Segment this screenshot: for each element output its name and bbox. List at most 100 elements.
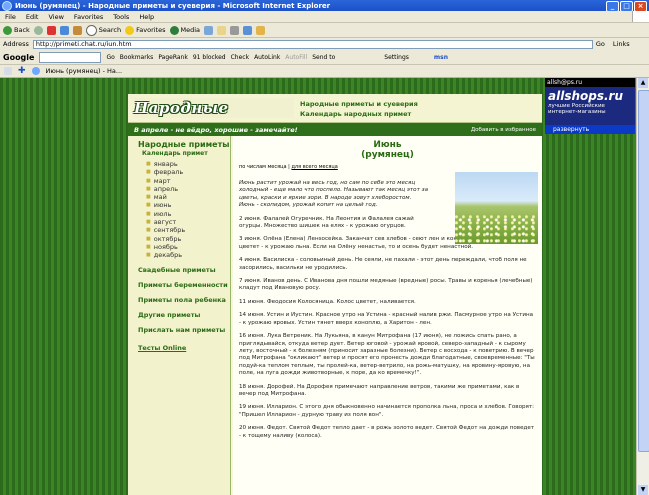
main-content: Июнь (румянец) по числам месяца | для вс…: [233, 136, 542, 495]
tab-list-icon[interactable]: [4, 67, 12, 75]
sidebar-link-tests[interactable]: Тесты Online: [138, 344, 230, 352]
month-link[interactable]: сентябрь: [146, 226, 230, 234]
entry-paragraph: 11 июня. Феодосия Колосяница. Колос цвет…: [239, 298, 416, 305]
ad-header: allsh@ps.ru: [545, 78, 635, 87]
folder-icon[interactable]: [256, 25, 266, 35]
scroll-up-icon[interactable]: ▲: [638, 78, 648, 88]
sort-whole-month-link[interactable]: для всего месяца: [291, 164, 337, 170]
address-url: http://primeti.chat.ru/iun.htm: [35, 40, 132, 48]
forward-button[interactable]: [33, 25, 43, 35]
month-list: январь февраль март апрель май июнь июль…: [146, 160, 230, 260]
ad-expand-button[interactable]: развернуть: [545, 125, 635, 134]
header-link-superstitions[interactable]: Народные приметы и суеверия: [300, 99, 418, 109]
back-arrow-icon: [3, 25, 12, 35]
google-search-input[interactable]: [39, 51, 102, 63]
home-icon[interactable]: [72, 25, 82, 35]
window-title: Июнь (румянец) - Народные приметы и суев…: [15, 1, 331, 10]
settings-button[interactable]: Settings: [384, 54, 409, 61]
search-button[interactable]: Search: [85, 24, 121, 36]
media-label: Media: [180, 26, 201, 34]
go-button[interactable]: Go: [596, 40, 605, 48]
entry-paragraph: 2 июня. Фалалей Огуречник. На Леонтия и …: [239, 215, 414, 230]
menu-tools[interactable]: Tools: [108, 13, 134, 21]
back-button[interactable]: Back: [3, 25, 30, 35]
header-link-calendar[interactable]: Календарь народных примет: [300, 109, 418, 119]
entry-paragraph: 20 июня. Федот. Святой Федот тепло дает …: [239, 425, 535, 439]
entry-paragraph: 4 июня. Василиска - соловьиный день. Не …: [239, 257, 527, 271]
month-link[interactable]: ноябрь: [146, 243, 230, 251]
google-logo: Google: [3, 52, 35, 62]
favorites-button[interactable]: Favorites: [125, 25, 166, 35]
entry-paragraph: 7 июня. Иванов день. С Иванова дня пошли…: [239, 278, 533, 292]
menu-file[interactable]: File: [0, 13, 21, 21]
menu-edit[interactable]: Edit: [21, 13, 44, 21]
check-button[interactable]: Check: [231, 54, 249, 61]
ad-body: allshops.ru лучшие Российские интернет-м…: [545, 87, 635, 125]
tab-page-icon: [31, 67, 40, 75]
tab-bar: ✚ Июнь (румянец) - На...: [0, 65, 649, 78]
windows-logo-icon: [632, 11, 649, 22]
month-link[interactable]: июль: [146, 210, 230, 218]
menu-view[interactable]: View: [43, 13, 68, 21]
ad-banner[interactable]: allsh@ps.ru allshops.ru лучшие Российски…: [545, 78, 635, 134]
month-link[interactable]: апрель: [146, 185, 230, 193]
links-button[interactable]: Links: [613, 40, 630, 48]
entry-paragraph: 18 июня. Дорофей. На Дорофея примечают н…: [239, 383, 520, 397]
scroll-thumb[interactable]: [638, 90, 649, 452]
month-link[interactable]: март: [146, 177, 230, 185]
month-link[interactable]: август: [146, 218, 230, 226]
month-link[interactable]: декабрь: [146, 251, 230, 259]
google-go-button[interactable]: Go: [106, 54, 114, 61]
entry-paragraph: 19 июня. Илларион. С этого дня обыкновен…: [239, 404, 535, 418]
autofill-button[interactable]: AutoFill: [285, 54, 307, 61]
month-link[interactable]: май: [146, 193, 230, 201]
window-titlebar: Июнь (румянец) - Народные приметы и суев…: [0, 0, 649, 12]
sendto-button[interactable]: Send to: [312, 54, 335, 61]
entry-paragraph: 16 июня. Лука Ветреник. На Лукьяна, в ка…: [239, 333, 535, 377]
month-link[interactable]: январь: [146, 160, 230, 168]
media-button[interactable]: Media: [169, 25, 201, 35]
bookmarks-button[interactable]: Bookmarks: [120, 54, 154, 61]
ad-text: лучшие Российские интернет-магазины: [548, 103, 606, 115]
menu-help[interactable]: Help: [134, 13, 159, 21]
stop-icon[interactable]: [46, 25, 56, 35]
page-title-subtitle: (румянец): [361, 150, 414, 160]
vertical-scrollbar[interactable]: ▲ ▼: [636, 78, 649, 495]
favorites-label: Favorites: [136, 26, 166, 34]
month-link[interactable]: февраль: [146, 168, 230, 176]
popup-blocked-button[interactable]: 91 blocked: [193, 54, 226, 61]
site-slogan: В апреле - не вёдро, хорошие - замечайте…: [134, 125, 298, 134]
page-title: Июнь (румянец): [239, 140, 536, 160]
calendar-title: Календарь примет: [142, 150, 208, 157]
forward-arrow-icon: [33, 25, 43, 35]
pagerank-indicator: PageRank: [158, 53, 188, 61]
autolink-button[interactable]: AutoLink: [254, 54, 280, 61]
standard-toolbar: Back Search Favorites Media: [0, 23, 649, 38]
sidebar-title: Народные приметы: [138, 140, 230, 149]
add-to-favorites-link[interactable]: Добавить в избранное: [471, 127, 536, 133]
sidebar: Народные приметы Календарь примет январь…: [128, 136, 231, 495]
menu-favorites[interactable]: Favorites: [69, 13, 108, 21]
history-icon[interactable]: [204, 25, 214, 35]
address-input[interactable]: http://primeti.chat.ru/iun.htm: [32, 39, 593, 49]
sidebar-link-submit[interactable]: Прислать нам приметы: [138, 326, 230, 334]
site-logo[interactable]: Народные приметы: [134, 98, 294, 137]
menu-bar: File Edit View Favorites Tools Help: [0, 11, 649, 23]
tab-active[interactable]: Июнь (румянец) - На...: [46, 67, 123, 75]
refresh-icon[interactable]: [59, 25, 69, 35]
sidebar-link-pregnancy[interactable]: Приметы беременности: [138, 281, 230, 289]
month-link[interactable]: октябрь: [146, 235, 230, 243]
mail-icon[interactable]: [217, 25, 227, 35]
search-icon: [85, 24, 97, 36]
msn-logo: msn: [433, 53, 448, 61]
month-link[interactable]: июнь: [146, 201, 230, 209]
edit-icon[interactable]: [243, 25, 253, 35]
new-tab-icon[interactable]: ✚: [18, 66, 26, 76]
sidebar-link-other[interactable]: Другие приметы: [138, 311, 230, 319]
sort-links: по числам месяца | для всего месяца: [239, 164, 536, 170]
scroll-down-icon[interactable]: ▼: [638, 485, 648, 495]
print-icon[interactable]: [230, 25, 240, 35]
sidebar-link-baby-gender[interactable]: Приметы пола ребенка: [138, 296, 230, 304]
sidebar-link-wedding[interactable]: Свадебные приметы: [138, 266, 230, 274]
star-icon: [125, 25, 135, 35]
